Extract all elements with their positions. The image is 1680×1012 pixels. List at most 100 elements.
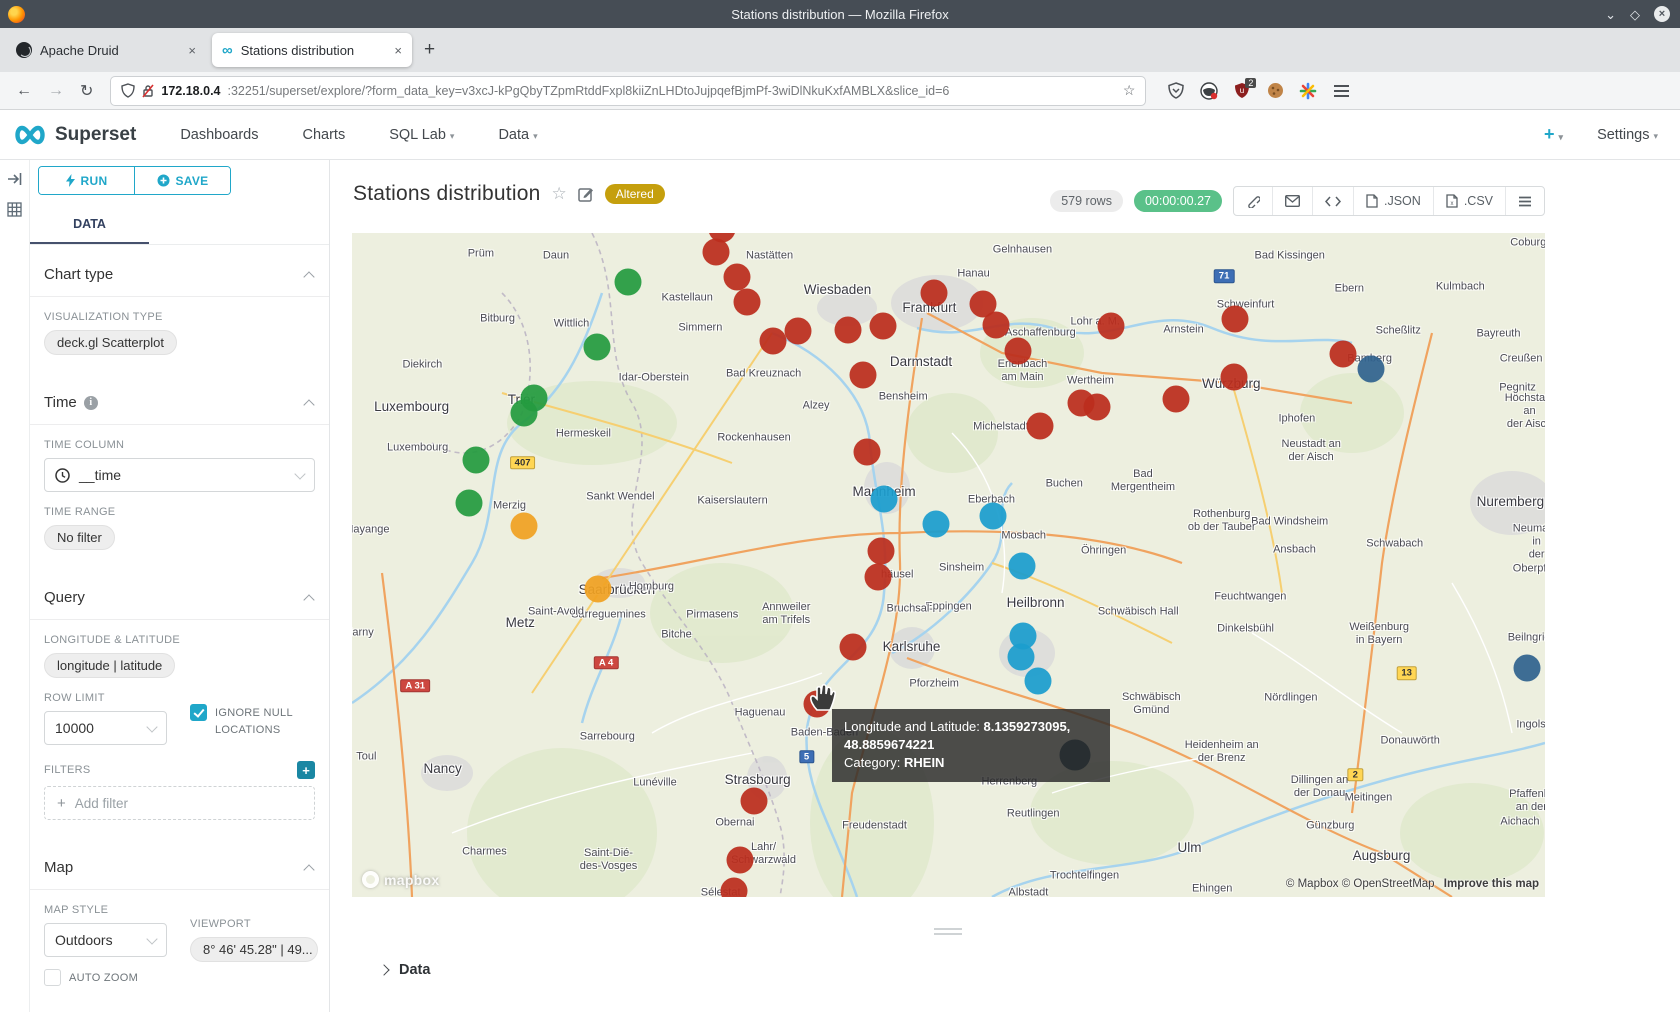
attr-improve-link[interactable]: Improve this map [1444,878,1539,890]
datasource-grid-icon[interactable] [7,202,22,217]
window-minimize-icon[interactable]: ⌄ [1605,8,1616,21]
back-icon[interactable]: ← [16,82,32,100]
viewport-value[interactable]: 8° 46' 45.28" | 49... [190,937,318,962]
map-point[interactable] [1005,338,1032,365]
attr-mapbox[interactable]: © Mapbox [1286,878,1339,890]
section-point-size[interactable]: Point Size [30,1003,329,1012]
map-point[interactable] [1025,668,1052,695]
map-point[interactable] [923,511,950,538]
cookie-extension-icon[interactable] [1266,82,1284,100]
nav-dashboards[interactable]: Dashboards [180,127,258,143]
checkbox-checked-icon[interactable] [190,704,207,721]
tab-stations-distribution[interactable]: ∞ Stations distribution × [212,33,412,67]
map-point[interactable] [1009,553,1036,580]
tab-data[interactable]: DATA [30,208,149,244]
map-point[interactable] [868,538,895,565]
window-close-icon[interactable]: × [1654,6,1670,22]
map-point[interactable] [584,334,611,361]
map-point[interactable] [511,513,538,540]
lock-insecure-icon[interactable] [142,84,154,98]
attr-osm[interactable]: © OpenStreetMap [1342,878,1435,890]
map-point[interactable] [585,576,612,603]
nav-data[interactable]: Data▾ [498,127,537,143]
map-point[interactable] [703,239,730,266]
multicolor-extension-icon[interactable] [1299,82,1317,100]
export-csv-button[interactable]: x.CSV [1433,187,1505,215]
close-tab-icon[interactable]: × [394,43,402,58]
bookmark-star-icon[interactable]: ☆ [1123,82,1136,99]
map-point[interactable] [835,317,862,344]
map-point[interactable] [1008,644,1035,671]
map-point[interactable] [854,439,881,466]
new-chart-button[interactable]: +▾ [1544,124,1563,145]
viz-type-value[interactable]: deck.gl Scatterplot [44,330,177,355]
section-chart-type[interactable]: Chart type [30,245,329,297]
export-json-button[interactable]: .JSON [1353,187,1433,215]
share-link-button[interactable] [1234,187,1272,215]
map-point[interactable] [980,503,1007,530]
forward-icon[interactable]: → [48,82,64,100]
map-point[interactable] [463,447,490,474]
map-point[interactable] [615,269,642,296]
map-point[interactable] [760,328,787,355]
map-style-select[interactable]: Outdoors [44,923,167,957]
map-point[interactable] [1084,394,1111,421]
map-point[interactable] [1163,386,1190,413]
new-tab-button[interactable]: + [424,39,435,61]
map-point[interactable] [850,362,877,389]
email-button[interactable] [1272,187,1312,215]
map-point[interactable] [727,847,754,874]
map-point[interactable] [724,264,751,291]
nav-sql-lab[interactable]: SQL Lab▾ [389,127,454,143]
map-point[interactable] [1027,413,1054,440]
resize-handle[interactable] [934,928,962,938]
section-map[interactable]: Map [30,838,329,890]
map-point[interactable] [1098,313,1125,340]
lonlat-value[interactable]: longitude | latitude [44,653,175,678]
embed-code-button[interactable] [1312,187,1353,215]
auto-zoom-checkbox[interactable]: AUTO ZOOM [44,969,315,987]
data-panel-toggle[interactable]: Data [330,950,1680,978]
map-point[interactable] [741,788,768,815]
superset-logo[interactable]: Superset [12,124,136,146]
deckgl-map[interactable]: PrümDaunNastättenGelnhausenHanauBad Kiss… [352,233,1545,897]
reload-icon[interactable]: ↻ [80,81,93,101]
close-tab-icon[interactable]: × [188,43,196,58]
map-point[interactable] [1222,306,1249,333]
settings-menu[interactable]: Settings▾ [1597,127,1658,143]
map-point[interactable] [870,313,897,340]
window-maximize-icon[interactable]: ◇ [1630,8,1640,21]
checkbox-unchecked-icon[interactable] [44,969,61,986]
mask-extension-icon[interactable] [1200,82,1218,100]
nav-charts[interactable]: Charts [303,127,346,143]
chart-menu-button[interactable] [1505,187,1544,215]
time-range-value[interactable]: No filter [44,525,115,550]
url-input[interactable]: 172.18.0.4:32251/superset/explore/?form_… [111,77,1145,105]
map-point[interactable] [456,490,483,517]
run-button[interactable]: RUN [39,167,134,194]
add-filter-box[interactable]: + Add filter [44,786,315,820]
map-point[interactable] [1358,356,1385,383]
map-point[interactable] [1514,655,1541,682]
map-point[interactable] [785,318,812,345]
map-point[interactable] [871,486,898,513]
map-point[interactable] [721,878,748,898]
row-limit-select[interactable]: 10000 [44,711,167,745]
ignore-null-checkbox[interactable]: IGNORE NULL LOCATIONS [190,704,320,738]
map-point[interactable] [921,280,948,307]
mapbox-logo[interactable]: mapbox [362,871,439,888]
app-menu-icon[interactable] [1332,82,1350,100]
map-point[interactable] [840,634,867,661]
save-button[interactable]: SAVE [134,167,230,194]
ublock-extension-icon[interactable]: u2 [1233,82,1251,100]
expand-panel-icon[interactable] [7,172,22,186]
add-filter-plus-button[interactable]: + [297,761,315,779]
pocket-extension-icon[interactable] [1167,82,1185,100]
tab-apache-druid[interactable]: Apache Druid × [6,33,206,67]
shield-icon[interactable] [121,83,135,98]
section-query[interactable]: Query [30,568,329,620]
map-point[interactable] [983,312,1010,339]
map-point[interactable] [1221,364,1248,391]
map-point[interactable] [1330,341,1357,368]
edit-properties-icon[interactable] [578,186,594,202]
